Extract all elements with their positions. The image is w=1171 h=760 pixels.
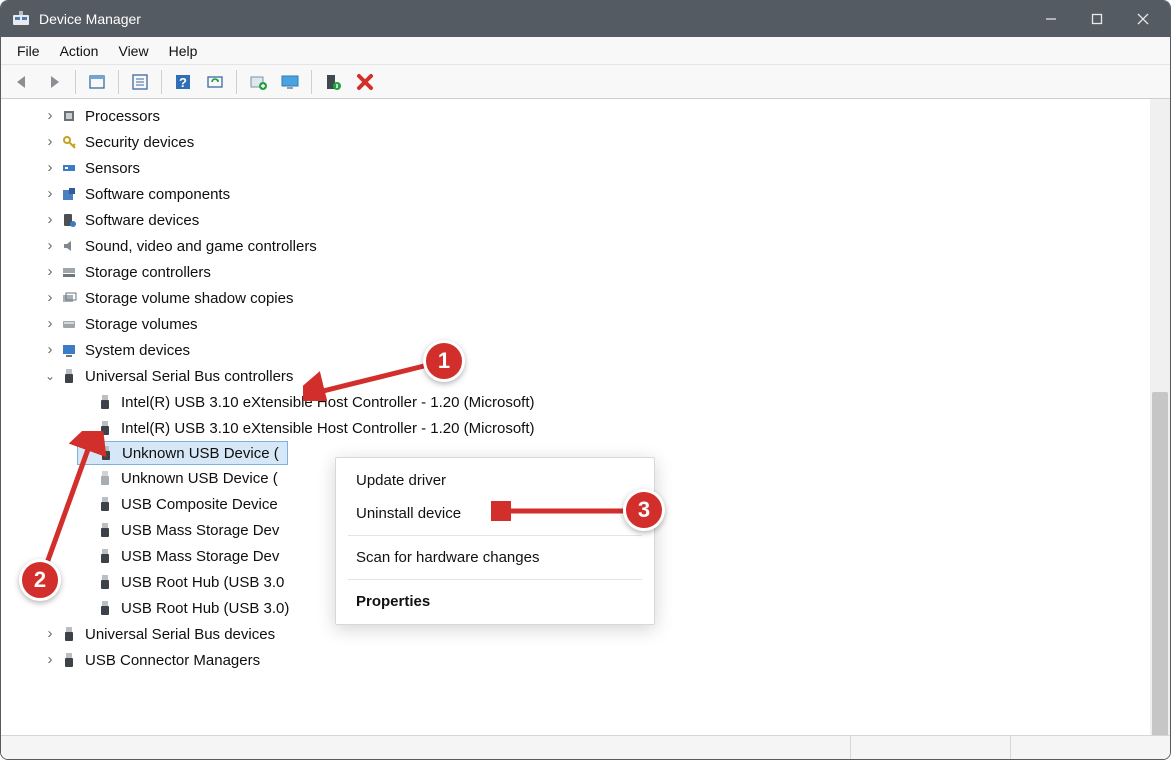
app-icon: [11, 9, 31, 29]
component-icon: [59, 184, 79, 204]
menu-view[interactable]: View: [108, 37, 158, 64]
statusbar-cell: [850, 736, 1010, 759]
usb-icon: [95, 598, 115, 618]
maximize-button[interactable]: [1074, 1, 1120, 37]
help-button[interactable]: ?: [168, 68, 198, 96]
window: Device Manager File Action View Help ?: [0, 0, 1171, 760]
show-hide-console-button[interactable]: [82, 68, 112, 96]
tree-node-usb-connector-managers[interactable]: USB Connector Managers: [7, 647, 1170, 673]
menu-file[interactable]: File: [7, 37, 50, 64]
context-update-driver[interactable]: Update driver: [336, 464, 654, 497]
monitor-button[interactable]: [275, 68, 305, 96]
volume-icon: [59, 314, 79, 334]
usb-icon: [95, 572, 115, 592]
tree-node-sensors[interactable]: Sensors: [7, 155, 1170, 181]
menu-help[interactable]: Help: [159, 37, 208, 64]
scrollbar-thumb[interactable]: [1152, 392, 1168, 735]
statusbar: [1, 735, 1170, 759]
back-button[interactable]: [7, 68, 37, 96]
annotation-callout-1: 1: [423, 340, 465, 382]
context-scan-hardware[interactable]: Scan for hardware changes: [336, 541, 654, 574]
context-properties[interactable]: Properties: [336, 585, 654, 618]
enable-device-button[interactable]: [318, 68, 348, 96]
toolbar: ?: [1, 65, 1170, 99]
tree-node-storage-volumes[interactable]: Storage volumes: [7, 311, 1170, 337]
tree-node-system-devices[interactable]: System devices: [7, 337, 1170, 363]
statusbar-cell: [1010, 736, 1170, 759]
annotation-callout-2: 2: [19, 559, 61, 601]
annotation-callout-3: 3: [623, 489, 665, 531]
scan-hardware-button[interactable]: [200, 68, 230, 96]
tree-node-usb-child[interactable]: Intel(R) USB 3.10 eXtensible Host Contro…: [7, 389, 1170, 415]
annotation-arrow-3: [491, 501, 631, 521]
usb-icon: [95, 392, 115, 412]
context-separator: [348, 535, 642, 536]
shadow-copy-icon: [59, 288, 79, 308]
storage-controller-icon: [59, 262, 79, 282]
menubar: File Action View Help: [1, 37, 1170, 65]
tree-node-software-devices[interactable]: Software devices: [7, 207, 1170, 233]
tree-node-storage-shadow[interactable]: Storage volume shadow copies: [7, 285, 1170, 311]
usb-icon: [59, 624, 79, 644]
disable-device-button[interactable]: [350, 68, 380, 96]
properties-button[interactable]: [125, 68, 155, 96]
sensor-icon: [59, 158, 79, 178]
menu-action[interactable]: Action: [50, 37, 109, 64]
window-title: Device Manager: [39, 11, 141, 27]
cpu-icon: [59, 106, 79, 126]
update-driver-button[interactable]: [243, 68, 273, 96]
key-icon: [59, 132, 79, 152]
tree-node-sound[interactable]: Sound, video and game controllers: [7, 233, 1170, 259]
tree-node-usb-controllers[interactable]: Universal Serial Bus controllers: [7, 363, 1170, 389]
usb-icon: [59, 366, 79, 386]
context-separator: [348, 579, 642, 580]
minimize-button[interactable]: [1028, 1, 1074, 37]
tree-node-usb-child[interactable]: Intel(R) USB 3.10 eXtensible Host Contro…: [7, 415, 1170, 441]
annotation-arrow-2: [41, 431, 111, 571]
content-area: Processors Security devices Sensors Soft…: [1, 99, 1170, 735]
usb-icon: [59, 650, 79, 670]
softdev-icon: [59, 210, 79, 230]
tree-node-processors[interactable]: Processors: [7, 103, 1170, 129]
annotation-arrow-1: [303, 361, 433, 401]
close-button[interactable]: [1120, 1, 1166, 37]
tree-node-storage-controllers[interactable]: Storage controllers: [7, 259, 1170, 285]
system-icon: [59, 340, 79, 360]
tree-node-security[interactable]: Security devices: [7, 129, 1170, 155]
svg-text:?: ?: [179, 75, 187, 90]
speaker-icon: [59, 236, 79, 256]
forward-button[interactable]: [39, 68, 69, 96]
context-menu: Update driver Uninstall device Scan for …: [335, 457, 655, 625]
tree-node-software-components[interactable]: Software components: [7, 181, 1170, 207]
titlebar: Device Manager: [1, 1, 1170, 37]
